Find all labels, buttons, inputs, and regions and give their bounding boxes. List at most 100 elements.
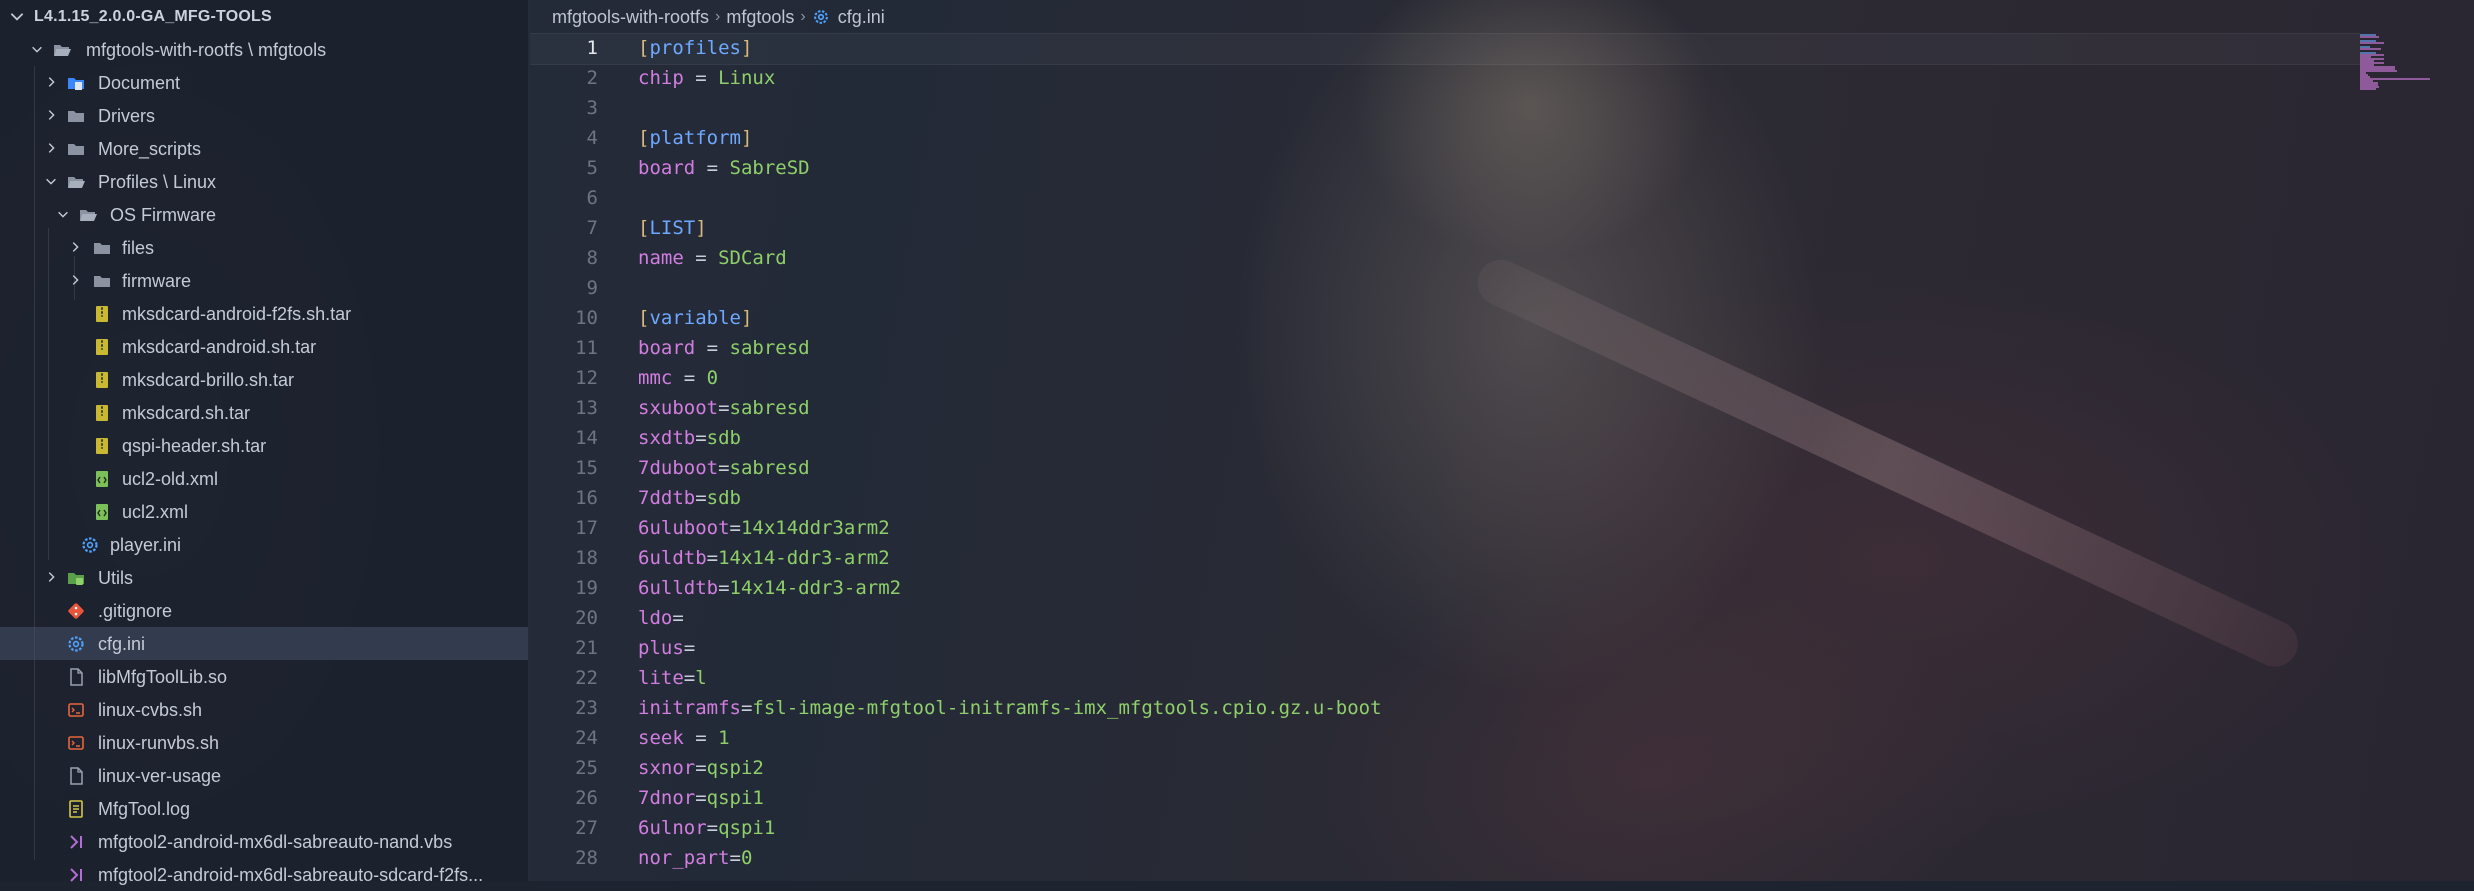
code-line[interactable]: 24 seek = 1 xyxy=(530,723,2330,753)
vbs-file-icon xyxy=(66,865,86,885)
code-line[interactable]: 23 initramfs=fsl-image-mfgtool-initramfs-… xyxy=(530,693,2330,723)
code-line[interactable]: 20 ldo= xyxy=(530,603,2330,633)
code-line[interactable]: 10 [variable] xyxy=(530,303,2330,333)
tree-item-label: qspi-header.sh.tar xyxy=(122,436,267,456)
config-key: lite xyxy=(638,667,684,689)
assignment-operator: = xyxy=(718,457,730,479)
code-line[interactable]: 13 sxuboot=sabresd xyxy=(530,393,2330,423)
line-number: 5 xyxy=(586,157,598,179)
file-tree-item[interactable]: libMfgToolLib.so xyxy=(0,660,528,693)
chevron-right-icon[interactable] xyxy=(44,75,58,89)
tree-item-label: cfg.ini xyxy=(98,634,146,654)
assignment-operator: = xyxy=(695,757,707,779)
code-line[interactable]: 25 sxnor=qspi2 xyxy=(530,753,2330,783)
breadcrumb-item-folder[interactable]: mfgtools-with-rootfs xyxy=(552,7,709,28)
line-number: 22 xyxy=(575,667,598,689)
code-line[interactable]: 4 [platform] xyxy=(530,123,2330,153)
file-tree-item[interactable]: mfgtool2-android-mx6dl-sabreauto-sdcard-… xyxy=(0,858,528,891)
file-tree-item[interactable]: mksdcard-brillo.sh.tar xyxy=(0,363,528,396)
config-value: qspi1 xyxy=(718,817,776,839)
line-number: 3 xyxy=(586,97,598,119)
breadcrumb-item-file[interactable]: cfg.ini xyxy=(838,7,885,28)
folder-icon xyxy=(92,271,112,291)
file-tree-item[interactable]: ucl2-old.xml xyxy=(0,462,528,495)
file-tree-item[interactable]: MfgTool.log xyxy=(0,792,528,825)
code-text: initramfs=fsl-image-mfgtool-initramfs-im… xyxy=(638,697,1382,719)
file-tree-item[interactable]: ucl2.xml xyxy=(0,495,528,528)
code-line[interactable]: 5 board = SabreSD xyxy=(530,153,2330,183)
folder-tree-item[interactable]: More_scripts xyxy=(0,132,528,165)
chevron-right-icon[interactable] xyxy=(44,570,58,584)
code-line[interactable]: 22 lite=l xyxy=(530,663,2330,693)
config-value: 0 xyxy=(706,367,719,389)
file-tree-item[interactable]: mksdcard-android.sh.tar xyxy=(0,330,528,363)
assignment-operator: = xyxy=(695,427,707,449)
chevron-down-icon[interactable] xyxy=(30,42,44,56)
assignment-operator: = xyxy=(695,337,730,359)
code-line[interactable]: 16 7ddtb=sdb xyxy=(530,483,2330,513)
folder-tree-item[interactable]: Utils xyxy=(0,561,528,594)
folder-tree-item[interactable]: mfgtools-with-rootfs \ mfgtools xyxy=(0,33,528,66)
file-tree-item[interactable]: mksdcard.sh.tar xyxy=(0,396,528,429)
folder-open-icon xyxy=(52,40,72,60)
line-number: 26 xyxy=(575,787,598,809)
code-line[interactable]: 1 [profiles] xyxy=(530,33,2330,63)
code-line[interactable]: 14 sxdtb=sdb xyxy=(530,423,2330,453)
file-tree-item[interactable]: mksdcard-android-f2fs.sh.tar xyxy=(0,297,528,330)
code-line[interactable]: 2 chip = Linux xyxy=(530,63,2330,93)
code-line[interactable]: 27 6ulnor=qspi1 xyxy=(530,813,2330,843)
code-line[interactable]: 28 nor_part=0 xyxy=(530,843,2330,873)
code-line[interactable]: 19 6ulldtb=14x14-ddr3-arm2 xyxy=(530,573,2330,603)
folder-tree-item[interactable]: Profiles \ Linux xyxy=(0,165,528,198)
code-line[interactable]: 7 [LIST] xyxy=(530,213,2330,243)
code-line[interactable]: 11 board = sabresd xyxy=(530,333,2330,363)
file-tree-item[interactable]: linux-cvbs.sh xyxy=(0,693,528,726)
folder-tree-item[interactable]: OS Firmware xyxy=(0,198,528,231)
minimap-line xyxy=(2360,88,2376,90)
tree-item-label: linux-cvbs.sh xyxy=(98,700,203,720)
config-value: sdb xyxy=(706,487,741,509)
chevron-down-icon[interactable] xyxy=(56,207,70,221)
file-tree-item[interactable]: player.ini xyxy=(0,528,528,561)
folder-tree-item[interactable]: files xyxy=(0,231,528,264)
config-key: ldo xyxy=(638,607,673,629)
file-tree-item[interactable]: cfg.ini xyxy=(0,627,528,660)
code-text: 7dnor=qspi1 xyxy=(638,787,764,809)
archive-icon xyxy=(92,436,112,456)
code-line[interactable]: 6 xyxy=(530,183,2330,213)
code-line[interactable]: 15 7duboot=sabresd xyxy=(530,453,2330,483)
config-key: 6ulnor xyxy=(638,817,707,839)
folder-tree-item[interactable]: firmware xyxy=(0,264,528,297)
explorer-root-header[interactable]: L4.1.15_2.0.0-GA_MFG-TOOLS xyxy=(0,0,528,33)
breadcrumb: mfgtools-with-rootfs › mfgtools › cfg.in… xyxy=(552,5,885,29)
chevron-right-icon[interactable] xyxy=(44,141,58,155)
code-line[interactable]: 3 xyxy=(530,93,2330,123)
code-line[interactable]: 21 plus= xyxy=(530,633,2330,663)
code-line[interactable]: 8 name = SDCard xyxy=(530,243,2330,273)
code-editor[interactable]: 1 [profiles] 2 chip = Linux 3 4 [platform] 5 boa… xyxy=(530,33,2474,881)
file-tree-item[interactable]: qspi-header.sh.tar xyxy=(0,429,528,462)
folder-tree-item[interactable]: Document xyxy=(0,66,528,99)
code-text: ldo= xyxy=(638,607,684,629)
line-number: 9 xyxy=(586,277,598,299)
file-tree-item[interactable]: mfgtool2-android-mx6dl-sabreauto-nand.vb… xyxy=(0,825,528,858)
config-key: mmc xyxy=(638,367,673,389)
file-tree-item[interactable]: .gitignore xyxy=(0,594,528,627)
chevron-right-icon[interactable] xyxy=(68,240,82,254)
config-value: qspi2 xyxy=(706,757,764,779)
code-line[interactable]: 26 7dnor=qspi1 xyxy=(530,783,2330,813)
code-line[interactable]: 9 xyxy=(530,273,2330,303)
minimap[interactable] xyxy=(2360,33,2430,93)
chevron-down-icon[interactable] xyxy=(44,174,58,188)
code-text: name = SDCard xyxy=(638,247,787,269)
code-line[interactable]: 12 mmc = 0 xyxy=(530,363,2330,393)
file-tree-item[interactable]: linux-runvbs.sh xyxy=(0,726,528,759)
chevron-right-icon[interactable] xyxy=(68,273,82,287)
vertical-scrollbar[interactable] xyxy=(2460,33,2474,881)
code-line[interactable]: 17 6uluboot=14x14ddr3arm2 xyxy=(530,513,2330,543)
chevron-right-icon[interactable] xyxy=(44,108,58,122)
file-tree-item[interactable]: linux-ver-usage xyxy=(0,759,528,792)
folder-tree-item[interactable]: Drivers xyxy=(0,99,528,132)
code-line[interactable]: 18 6uldtb=14x14-ddr3-arm2 xyxy=(530,543,2330,573)
breadcrumb-item-subfolder[interactable]: mfgtools xyxy=(726,7,794,28)
